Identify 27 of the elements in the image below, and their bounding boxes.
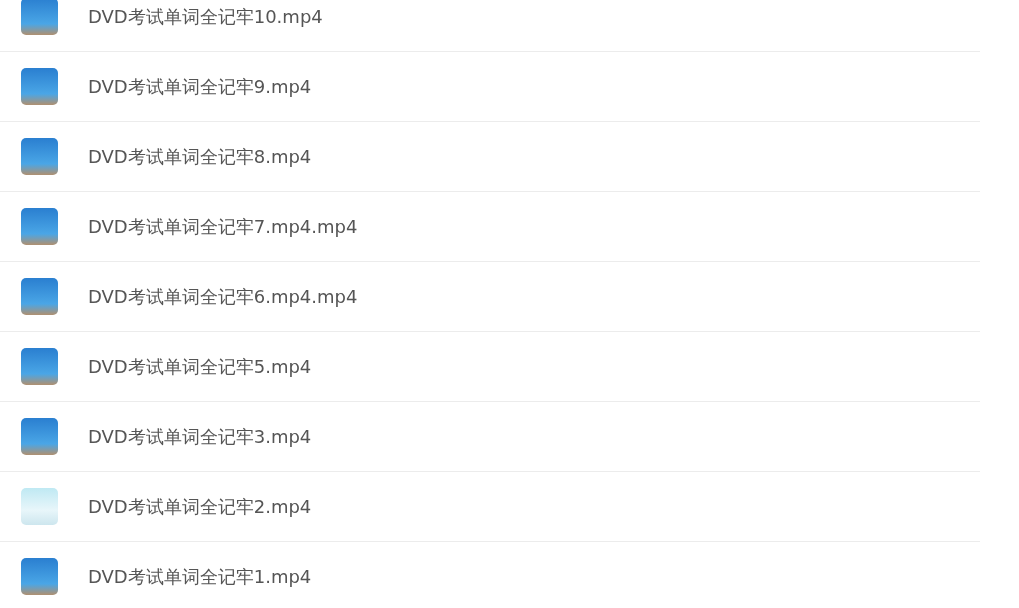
file-name: DVD考试单词全记牢1.mp4 <box>88 564 312 589</box>
file-name: DVD考试单词全记牢9.mp4 <box>88 74 312 99</box>
file-row[interactable]: DVD考试单词全记牢1.mp4 <box>0 542 980 608</box>
photo-placeholder <box>21 488 58 525</box>
file-row[interactable]: DVD考试单词全记牢8.mp4 <box>0 122 980 192</box>
file-row[interactable]: DVD考试单词全记牢6.mp4.mp4 <box>0 262 980 332</box>
video-thumbnail <box>21 138 58 175</box>
video-thumbnail <box>21 0 58 35</box>
file-name: DVD考试单词全记牢6.mp4.mp4 <box>88 284 358 309</box>
file-name: DVD考试单词全记牢3.mp4 <box>88 424 312 449</box>
file-name: DVD考试单词全记牢8.mp4 <box>88 144 312 169</box>
file-row[interactable]: DVD考试单词全记牢3.mp4 <box>0 402 980 472</box>
video-thumbnail <box>21 68 58 105</box>
video-thumbnail <box>21 278 58 315</box>
video-thumbnail <box>21 348 58 385</box>
file-name: DVD考试单词全记牢2.mp4 <box>88 494 312 519</box>
file-row[interactable]: DVD考试单词全记牢10.mp4 <box>0 0 980 52</box>
video-thumbnail <box>21 558 58 595</box>
video-thumbnail <box>21 418 58 455</box>
video-thumbnail <box>21 208 58 245</box>
file-name: DVD考试单词全记牢7.mp4.mp4 <box>88 214 358 239</box>
file-row[interactable]: DVD考试单词全记牢2.mp4 <box>0 472 980 542</box>
file-name: DVD考试单词全记牢10.mp4 <box>88 4 323 29</box>
file-row[interactable]: DVD考试单词全记牢5.mp4 <box>0 332 980 402</box>
file-row[interactable]: DVD考试单词全记牢9.mp4 <box>0 52 980 122</box>
file-row[interactable]: DVD考试单词全记牢7.mp4.mp4 <box>0 192 980 262</box>
file-name: DVD考试单词全记牢5.mp4 <box>88 354 312 379</box>
